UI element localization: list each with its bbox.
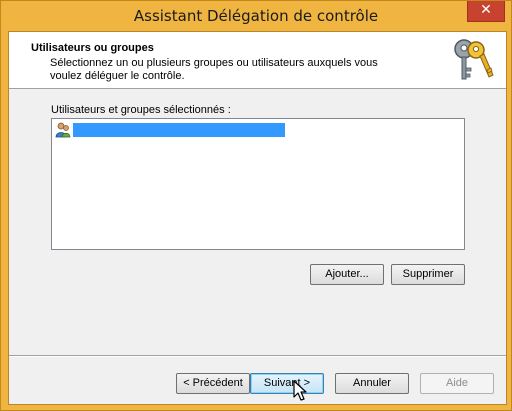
keys-icon xyxy=(454,39,494,80)
next-button[interactable]: Suivant > xyxy=(250,373,324,394)
window-title: Assistant Délégation de contrôle xyxy=(133,7,379,25)
remove-button[interactable]: Supprimer xyxy=(391,264,465,285)
cancel-button[interactable]: Annuler xyxy=(335,373,409,394)
selected-users-list[interactable] xyxy=(51,118,465,250)
footer-separator xyxy=(9,355,506,357)
list-item[interactable] xyxy=(55,122,285,138)
previous-button[interactable]: < Précédent xyxy=(176,373,250,394)
title-bar[interactable]: Assistant Délégation de contrôle ✕ xyxy=(1,1,511,31)
add-button[interactable]: Ajouter... xyxy=(310,264,384,285)
close-icon: ✕ xyxy=(480,2,492,18)
page-description: Sélectionnez un ou plusieurs groupes ou … xyxy=(50,57,378,82)
help-button[interactable]: Aide xyxy=(420,373,494,394)
dialog-window: Assistant Délégation de contrôle ✕ Utili… xyxy=(0,0,512,411)
dialog-body: Utilisateurs ou groupes Sélectionnez un … xyxy=(8,31,507,405)
user-icon xyxy=(55,122,71,138)
close-button[interactable]: ✕ xyxy=(467,1,505,22)
wizard-header: Utilisateurs ou groupes Sélectionnez un … xyxy=(9,32,506,89)
selected-item-name xyxy=(73,123,285,137)
selected-list-label: Utilisateurs et groupes sélectionnés : xyxy=(51,104,231,116)
page-title: Utilisateurs ou groupes xyxy=(31,42,154,54)
